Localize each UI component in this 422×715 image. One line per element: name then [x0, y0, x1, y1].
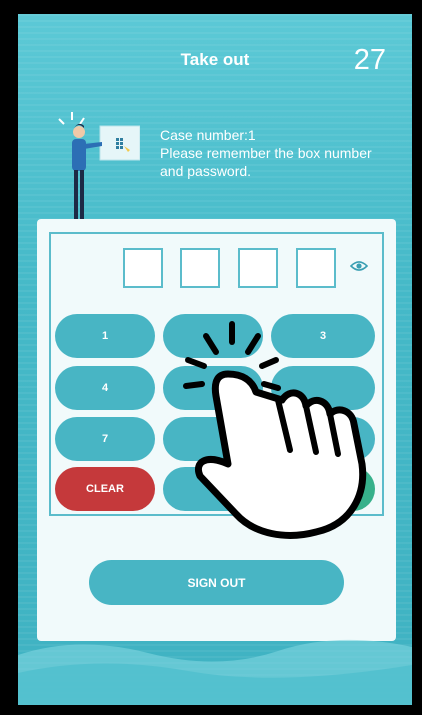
pin-digit-slot-2: [180, 248, 220, 288]
key-1[interactable]: 1: [55, 314, 155, 358]
key-7[interactable]: 7: [55, 417, 155, 461]
kiosk-screen: Take out 27 Case number:1 Please remembe…: [18, 14, 412, 705]
wave-decoration: [18, 639, 412, 705]
countdown-timer: 27: [353, 44, 386, 76]
eye-icon[interactable]: [350, 257, 368, 275]
key-4[interactable]: 4: [55, 366, 155, 410]
pin-digit-slot-3: [238, 248, 278, 288]
instruction-text: Case number:1 Please remember the box nu…: [160, 126, 410, 180]
pin-digit-slot-4: [296, 248, 336, 288]
case-number-label: Case number:1: [160, 127, 256, 143]
instruction-line-2: Please remember the box number: [160, 145, 372, 161]
pointing-hand-icon: [183, 321, 367, 539]
sign-out-button[interactable]: SIGN OUT: [89, 560, 344, 605]
person-at-board-illustration: [58, 112, 140, 222]
pin-digit-slot-1: [123, 248, 163, 288]
instruction-line-3: and password.: [160, 163, 252, 179]
clear-button[interactable]: CLEAR: [55, 467, 155, 511]
